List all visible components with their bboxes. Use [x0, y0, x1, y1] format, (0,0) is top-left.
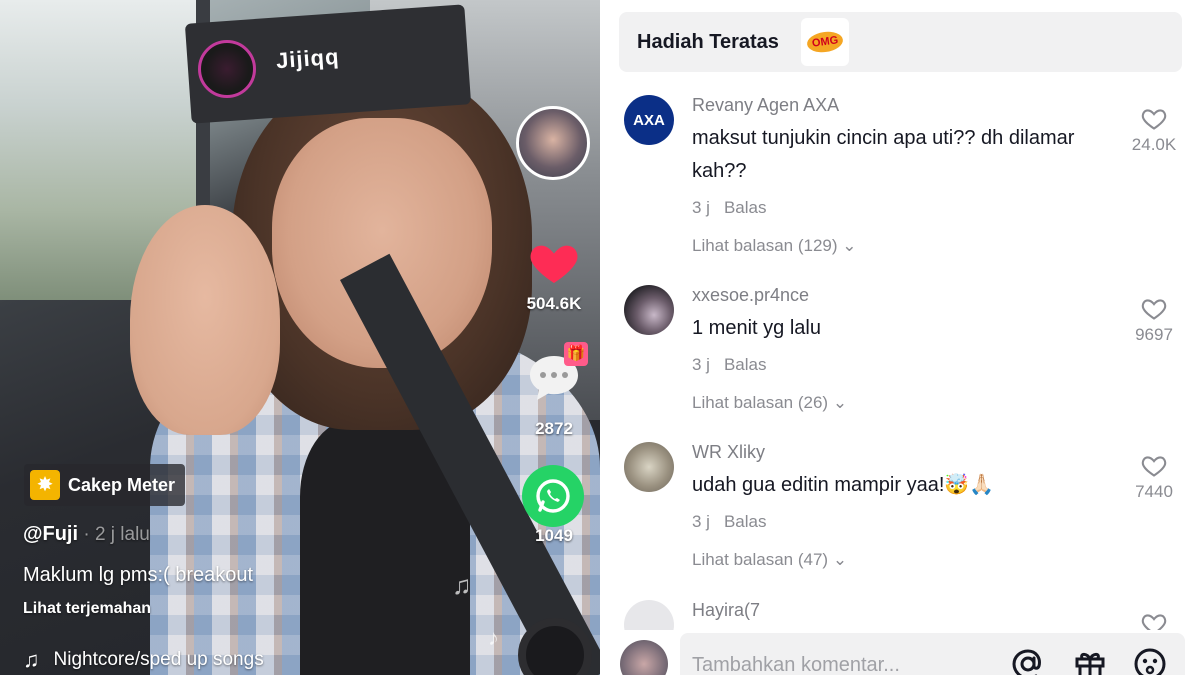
commenter-avatar[interactable]: [624, 442, 674, 492]
top-gifts-title: Hadiah Teratas: [637, 30, 779, 53]
commenter-name[interactable]: xxesoe.pr4nce: [692, 285, 1092, 306]
action-column: 504.6K 🎁 2872 1049: [514, 0, 594, 675]
video-author[interactable]: @Fuji · 2 j lalu: [23, 523, 150, 546]
comment-like[interactable]: 7440: [1114, 452, 1194, 502]
music-disc[interactable]: [518, 618, 592, 675]
chevron-down-icon: ⌄: [832, 550, 848, 569]
comment-time: 3 j: [692, 198, 710, 217]
heart-icon[interactable]: [526, 234, 582, 290]
view-replies-link[interactable]: Lihat balasan (47) ⌄: [692, 550, 1092, 570]
commenter-name[interactable]: Hayira(7: [692, 600, 1092, 621]
comment-like-count: 9697: [1135, 325, 1173, 344]
commenter-name[interactable]: Revany Agen AXA: [692, 95, 1092, 116]
chevron-down-icon: ⌄: [842, 236, 857, 255]
hand: [130, 205, 280, 435]
whatsapp-icon[interactable]: [522, 465, 584, 527]
comment-count: 2872: [535, 419, 573, 438]
reply-button[interactable]: Balas: [724, 198, 767, 217]
comment-text: 1 menit yg lalu: [692, 317, 821, 339]
comment-like-count: 7440: [1135, 482, 1173, 501]
top-gifts-bar[interactable]: Hadiah Teratas OMG: [619, 12, 1182, 72]
video-player[interactable]: Jijiqq ♫ ♪ 504.6K 🎁 2872 1049 ✸ Cakep Me…: [0, 0, 600, 675]
reply-button[interactable]: Balas: [724, 512, 767, 531]
heart-outline-icon[interactable]: [1140, 105, 1168, 131]
view-replies-link[interactable]: Lihat balasan (129) ⌄: [692, 236, 1092, 256]
comment-time: 3 j: [692, 355, 710, 374]
share-count: 1049: [535, 526, 573, 545]
comments-panel: Hadiah Teratas OMG AXA Revany Agen AXA m…: [600, 0, 1200, 675]
author-name[interactable]: @Fuji: [23, 523, 78, 545]
heart-outline-icon[interactable]: [1140, 295, 1168, 321]
commenter-avatar[interactable]: AXA: [624, 95, 674, 145]
gift-icon: 🎁: [564, 342, 588, 366]
music-title: Nightcore/sped up songs: [53, 649, 264, 670]
translate-link[interactable]: Lihat terjemahan: [23, 600, 151, 618]
comment-like-count: 24.0K: [1131, 135, 1177, 154]
commenter-avatar[interactable]: [624, 285, 674, 335]
effect-badge-label: Cakep Meter: [68, 474, 176, 495]
my-avatar: [620, 640, 668, 675]
comment-time: 3 j: [692, 512, 710, 531]
commenter-name[interactable]: WR Xliky: [692, 442, 1092, 463]
comment-input-placeholder[interactable]: Tambahkan komentar...: [692, 654, 900, 675]
music-info[interactable]: ♫ Nightcore/sped up songs: [23, 647, 264, 673]
reply-button[interactable]: Balas: [724, 355, 767, 374]
emoji-icon[interactable]: [1132, 646, 1168, 675]
music-note-icon: ♫: [23, 647, 40, 672]
post-time: · 2 j lalu: [78, 524, 150, 545]
omg-sticker: OMG: [800, 18, 849, 66]
cap-text: Jijiqq: [275, 43, 341, 74]
like-count: 504.6K: [526, 294, 582, 313]
gift-icon[interactable]: [1072, 646, 1108, 675]
music-note-icon: ♫: [452, 570, 472, 600]
comment-input-bar: Tambahkan komentar...: [600, 630, 1200, 675]
creator-avatar[interactable]: [516, 106, 590, 180]
chevron-down-icon: ⌄: [832, 393, 848, 412]
at-sign-icon[interactable]: [1010, 646, 1046, 675]
comment-like[interactable]: 9697: [1114, 295, 1194, 345]
view-replies-link[interactable]: Lihat balasan (26) ⌄: [692, 393, 1092, 413]
comment-like[interactable]: 24.0K: [1114, 105, 1194, 155]
music-note-icon: ♪: [488, 625, 499, 650]
effect-badge[interactable]: ✸ Cakep Meter: [24, 464, 186, 506]
heart-outline-icon[interactable]: [1140, 452, 1168, 478]
video-caption: Maklum lg pms:( breakout: [23, 564, 254, 586]
comment-text: maksut tunjukin cincin apa uti?? dh dila…: [692, 127, 1075, 182]
comment-text: udah gua editin mampir yaa!🤯🙏🏻: [692, 474, 995, 496]
cap-logo: [198, 40, 256, 98]
sparkle-icon: ✸: [30, 470, 60, 500]
